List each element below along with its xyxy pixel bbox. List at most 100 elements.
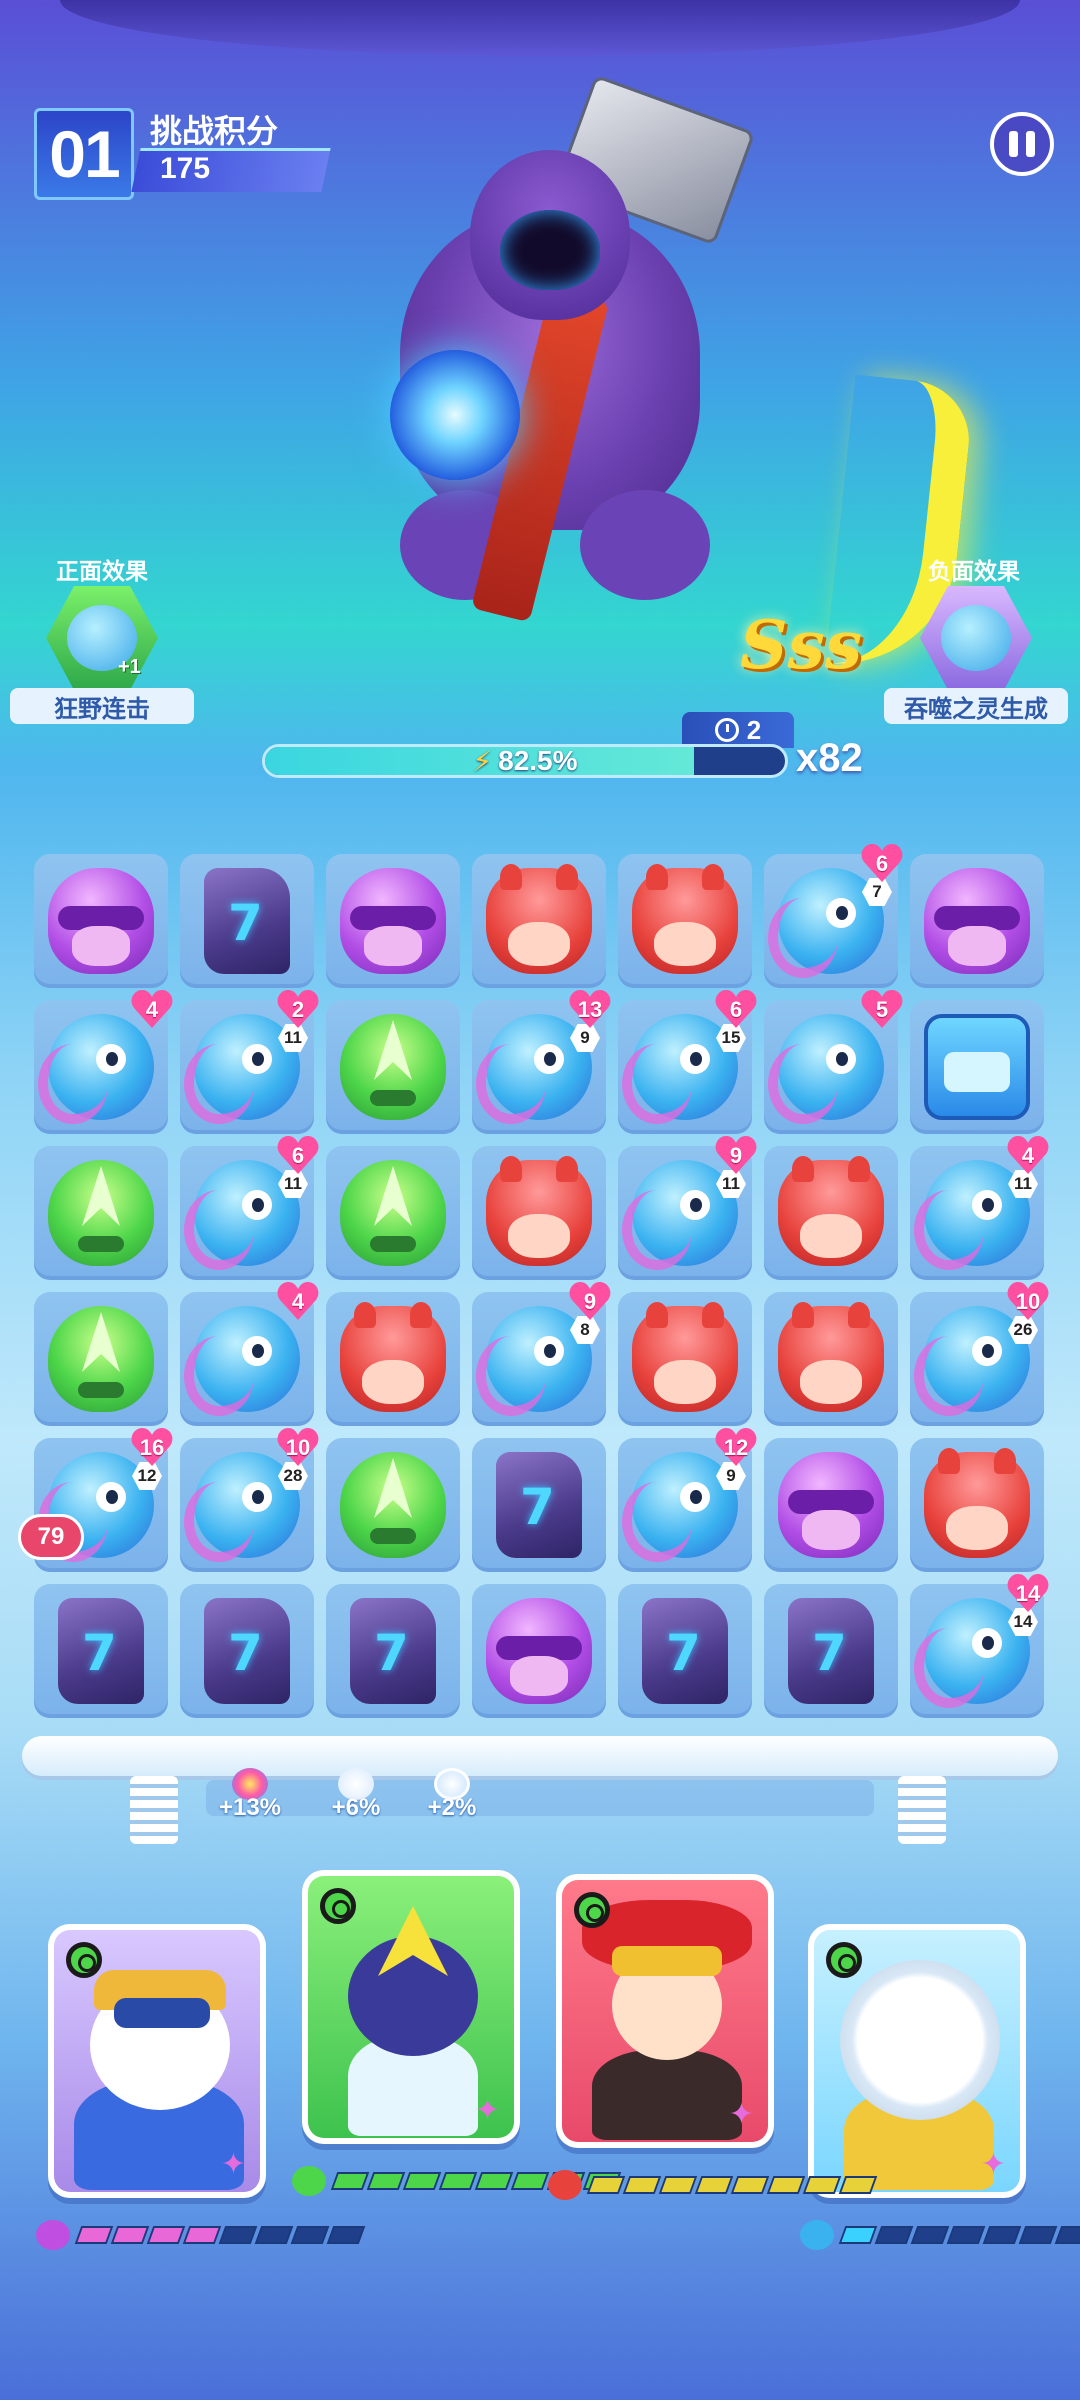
board-tile[interactable]: [618, 854, 752, 988]
energy-segment: [510, 2172, 550, 2190]
green-piece-icon: [292, 2166, 326, 2196]
red-piece-icon: [924, 1448, 1030, 1558]
board-tile[interactable]: [326, 854, 460, 988]
spiral-icon: [826, 1942, 862, 1978]
star-icon: ✦: [980, 2148, 1006, 2181]
energy-segment: [402, 2172, 442, 2190]
board-tile[interactable]: 7: [180, 854, 314, 988]
heart-count-badge: 10: [276, 1428, 320, 1468]
board-tile[interactable]: 10 26: [910, 1289, 1044, 1426]
board-tile[interactable]: 4: [34, 997, 168, 1134]
energy-segment: [438, 2172, 478, 2190]
board-tile[interactable]: 6 11: [180, 1143, 314, 1280]
purple-piece-icon: [48, 868, 154, 974]
energy-segment: [586, 2176, 626, 2194]
energy-segment: [366, 2172, 406, 2190]
board-tile[interactable]: 10 28: [180, 1435, 314, 1572]
board-tile[interactable]: [910, 1000, 1044, 1134]
board-tile[interactable]: [326, 1000, 460, 1134]
board-tile[interactable]: [472, 1146, 606, 1280]
board-tile[interactable]: 13 9: [472, 997, 606, 1134]
stone-piece-icon: 7: [204, 868, 290, 974]
board-tile[interactable]: 7: [34, 1584, 168, 1718]
heart-count-badge: 13: [568, 990, 612, 1030]
heart-count-badge: 14: [1006, 1574, 1050, 1614]
hero-portrait: [840, 1960, 1000, 2120]
energy-segment: [290, 2226, 330, 2244]
green-piece-icon: [48, 1160, 154, 1266]
hero-card-green-ranger[interactable]: ✦: [302, 1870, 520, 2144]
board-tile[interactable]: 4: [180, 1289, 314, 1426]
energy-segment: [74, 2226, 114, 2244]
positive-effect-name: 狂野连击: [10, 688, 194, 724]
energy-label: ⚡ 82.5%: [262, 744, 788, 778]
pause-button[interactable]: [990, 112, 1054, 176]
energy-segment: [146, 2226, 186, 2244]
board-tile[interactable]: 4 11: [910, 1143, 1044, 1280]
board-tile[interactable]: 14 14: [910, 1581, 1044, 1718]
board-tile[interactable]: 6 15: [618, 997, 752, 1134]
board-tile[interactable]: [764, 1438, 898, 1572]
energy-percent: 82.5%: [498, 745, 578, 776]
board-tile[interactable]: 67: [764, 851, 898, 988]
board-tile[interactable]: [618, 1292, 752, 1426]
hero-card-pilot-bear[interactable]: ✦: [48, 1924, 266, 2198]
red-piece-icon: [486, 864, 592, 974]
match-board: 7 6 7 4 2 11 13 9 6 15 5 6 11 9 11 4 11 4 9 8 10 26 16 12 10 28 7 1…: [34, 851, 1046, 1720]
board-tile[interactable]: 7: [618, 1584, 752, 1718]
timer-value: 2: [746, 714, 762, 745]
board-tile[interactable]: [34, 854, 168, 988]
board-tile[interactable]: 7: [764, 1584, 898, 1718]
heart-count-badge: 9: [568, 1282, 612, 1322]
heart-count-badge: 10: [1006, 1282, 1050, 1322]
spiral-icon: [574, 1892, 610, 1928]
cube-piece-icon: [924, 1014, 1030, 1120]
energy-segment: [982, 2226, 1022, 2244]
board-tile[interactable]: 5: [764, 997, 898, 1134]
spring-right: [898, 1776, 946, 1844]
spiral-icon: [320, 1888, 356, 1924]
hero-card-opera-mask[interactable]: ✦: [556, 1874, 774, 2148]
hero-energy-opera-mask: [548, 2170, 878, 2200]
board-tile[interactable]: 98: [472, 1289, 606, 1426]
heart-count-badge: 6: [860, 844, 904, 884]
stone-piece-icon: 7: [788, 1598, 874, 1704]
stone-piece-icon: 7: [496, 1452, 582, 1558]
stone-piece-icon: 7: [58, 1598, 144, 1704]
heart-count-badge: 16: [130, 1428, 174, 1468]
board-tile[interactable]: [326, 1146, 460, 1280]
board-tile[interactable]: 7: [326, 1584, 460, 1718]
board-tile[interactable]: [326, 1292, 460, 1426]
board-tile[interactable]: [34, 1292, 168, 1426]
board-tile[interactable]: 9 11: [618, 1143, 752, 1280]
combo-multiplier: x82: [796, 736, 863, 780]
hero-energy-astronaut-bear: [800, 2220, 1080, 2250]
board-tile[interactable]: [764, 1146, 898, 1280]
boss-character: [340, 74, 760, 650]
energy-segment: [802, 2176, 842, 2194]
board-tile[interactable]: [326, 1438, 460, 1572]
energy-segment: [182, 2226, 222, 2244]
score-title: 挑战积分: [150, 113, 279, 149]
hero-card-astronaut-bear[interactable]: ✦: [808, 1924, 1026, 2198]
board-tile[interactable]: [34, 1146, 168, 1280]
lightning-icon: ⚡: [472, 745, 493, 777]
board-tile[interactable]: 7: [180, 1584, 314, 1718]
positive-effect-icon[interactable]: [46, 586, 158, 690]
board-tile[interactable]: 12 9: [618, 1435, 752, 1572]
green-piece-icon: [48, 1306, 154, 1412]
red-piece-icon: [548, 2170, 582, 2200]
board-tile[interactable]: 2 11: [180, 997, 314, 1134]
heart-count-badge: 4: [130, 990, 174, 1030]
board-tile[interactable]: [910, 1438, 1044, 1572]
red-piece-icon: [632, 1302, 738, 1412]
board-tile[interactable]: 7: [472, 1438, 606, 1572]
round-indicator: 01: [34, 108, 134, 200]
board-tile[interactable]: [472, 1584, 606, 1718]
board-tile[interactable]: [764, 1292, 898, 1426]
board-tile[interactable]: [910, 854, 1044, 988]
clock-icon: [714, 718, 739, 742]
energy-segment: [766, 2176, 806, 2194]
spiral-icon: [66, 1942, 102, 1978]
board-tile[interactable]: [472, 854, 606, 988]
